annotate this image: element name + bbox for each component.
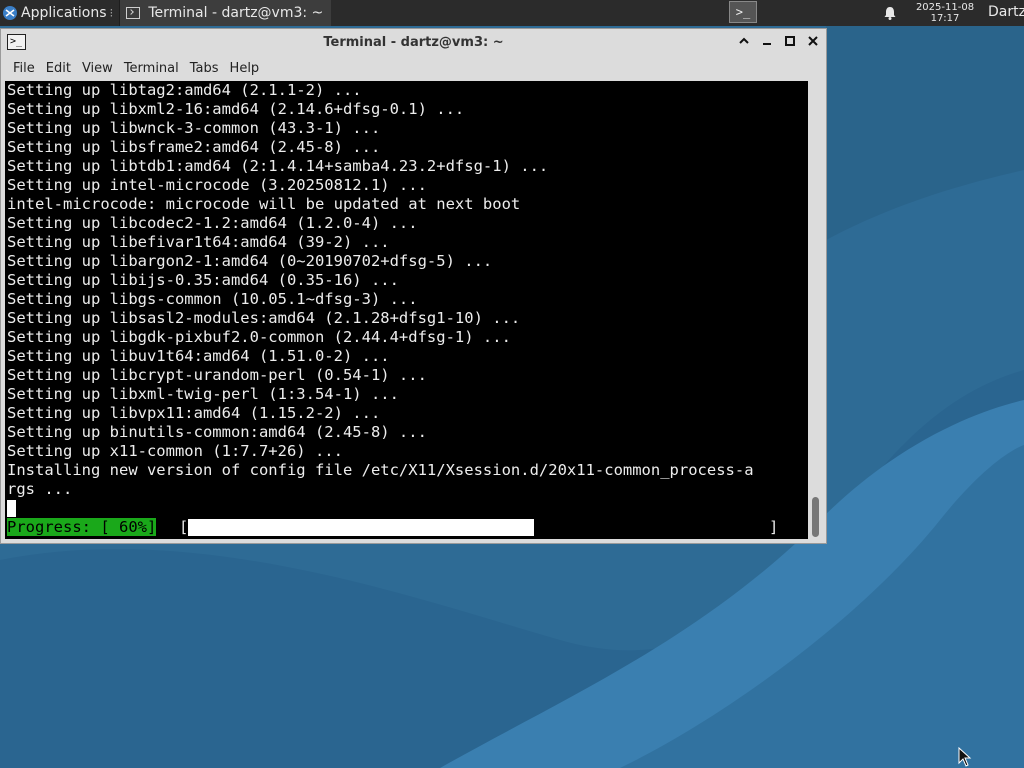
- menu-edit[interactable]: Edit: [34, 57, 71, 81]
- close-icon: [808, 36, 818, 46]
- terminal-line: Setting up libsframe2:amd64 (2.45-8) ...: [7, 138, 381, 156]
- terminal-prompt-icon: >_: [735, 5, 751, 19]
- terminal-line: Setting up libcrypt-urandom-perl (0.54-1…: [7, 366, 427, 384]
- notification-bell-icon[interactable]: [882, 5, 898, 21]
- terminal-icon: [126, 7, 141, 19]
- window-titlebar[interactable]: >_ Terminal - dartz@vm3: ~: [1, 29, 826, 57]
- window-maximize-button[interactable]: [783, 35, 797, 49]
- progress-row: Progress: [ 60%] []: [7, 518, 808, 537]
- clock-date: 2025-11-08: [915, 2, 975, 13]
- terminal-line: Setting up libargon2-1:amd64 (0~20190702…: [7, 252, 493, 270]
- terminal-line: Setting up intel-microcode (3.20250812.1…: [7, 176, 427, 194]
- applications-menu-button[interactable]: Applications ⁝: [0, 0, 117, 26]
- terminal-window: >_ Terminal - dartz@vm3: ~ File Edit Vie…: [0, 28, 827, 544]
- progress-bracket-close: ]: [769, 518, 779, 536]
- progress-bracket-open: [: [179, 518, 189, 536]
- terminal-output[interactable]: Setting up libtag2:amd64 (2.1.1-2) ... Se…: [5, 81, 808, 539]
- terminal-line: rgs ...: [7, 480, 73, 498]
- terminal-cursor: [7, 500, 16, 517]
- terminal-line: Setting up libxml2-16:amd64 (2.14.6+dfsg…: [7, 100, 465, 118]
- terminal-line: Setting up libgs-common (10.05.1~dfsg-3)…: [7, 290, 418, 308]
- terminal-line: Setting up libxml-twig-perl (1:3.54-1) .…: [7, 385, 399, 403]
- window-close-button[interactable]: [806, 35, 820, 49]
- terminal-line: Setting up libcodec2-1.2:amd64 (1.2.0-4)…: [7, 214, 418, 232]
- scrollbar-thumb[interactable]: [812, 497, 819, 537]
- chevron-up-icon: [739, 37, 749, 44]
- mouse-pointer-icon: [958, 747, 972, 767]
- panel-clock[interactable]: 2025-11-08 17:17: [908, 2, 982, 24]
- progress-bar-fill: [188, 519, 534, 536]
- taskbar-item-label: Terminal - dartz@vm3: ~: [148, 5, 324, 21]
- clock-time: 17:17: [930, 13, 960, 24]
- terminal-line: Setting up libuv1t64:amd64 (1.51.0-2) ..…: [7, 347, 390, 365]
- menu-terminal[interactable]: Terminal: [112, 57, 179, 81]
- progress-label: Progress: [ 60%]: [7, 518, 157, 536]
- terminal-line: Setting up libefivar1t64:amd64 (39-2) ..…: [7, 233, 390, 251]
- minimize-icon: [763, 43, 771, 45]
- terminal-line: Setting up libsasl2-modules:amd64 (2.1.2…: [7, 309, 521, 327]
- terminal-line: Setting up libvpx11:amd64 (1.15.2-2) ...: [7, 404, 381, 422]
- taskbar-item-terminal[interactable]: Terminal - dartz@vm3: ~: [119, 0, 332, 26]
- terminal-scrollbar[interactable]: [808, 81, 824, 539]
- window-title: Terminal - dartz@vm3: ~: [323, 35, 504, 50]
- maximize-icon: [785, 36, 795, 46]
- terminal-line: Setting up libtag2:amd64 (2.1.1-2) ...: [7, 81, 362, 99]
- menu-file[interactable]: File: [1, 57, 35, 81]
- applications-label: Applications: [21, 5, 107, 21]
- terminal-line: Setting up binutils-common:amd64 (2.45-8…: [7, 423, 427, 441]
- menu-tabs[interactable]: Tabs: [178, 57, 219, 81]
- terminal-line: Setting up libgdk-pixbuf2.0-common (2.44…: [7, 328, 511, 346]
- terminal-launcher-button[interactable]: >_: [729, 1, 757, 23]
- window-minimize-button[interactable]: [760, 35, 774, 49]
- terminal-line: Installing new version of config file /e…: [7, 461, 754, 479]
- menu-view[interactable]: View: [70, 57, 113, 81]
- top-panel: Applications ⁝ Terminal - dartz@vm3: ~ >…: [0, 0, 1024, 26]
- window-menubar: File Edit View Terminal Tabs Help: [1, 57, 826, 81]
- xfce-logo-icon: [3, 6, 17, 20]
- menu-help[interactable]: Help: [218, 57, 260, 81]
- terminal-line: Setting up libijs-0.35:amd64 (0.35-16) .…: [7, 271, 399, 289]
- user-menu[interactable]: Dartz: [988, 4, 1024, 20]
- terminal-line: Setting up libwnck-3-common (43.3-1) ...: [7, 119, 381, 137]
- terminal-line: Setting up libtdb1:amd64 (2:1.4.14+samba…: [7, 157, 549, 175]
- separator-glyph: ⁝: [109, 6, 114, 20]
- terminal-line: intel-microcode: microcode will be updat…: [7, 195, 521, 213]
- terminal-line: Setting up x11-common (1:7.7+26) ...: [7, 442, 343, 460]
- window-shade-button[interactable]: [737, 35, 751, 49]
